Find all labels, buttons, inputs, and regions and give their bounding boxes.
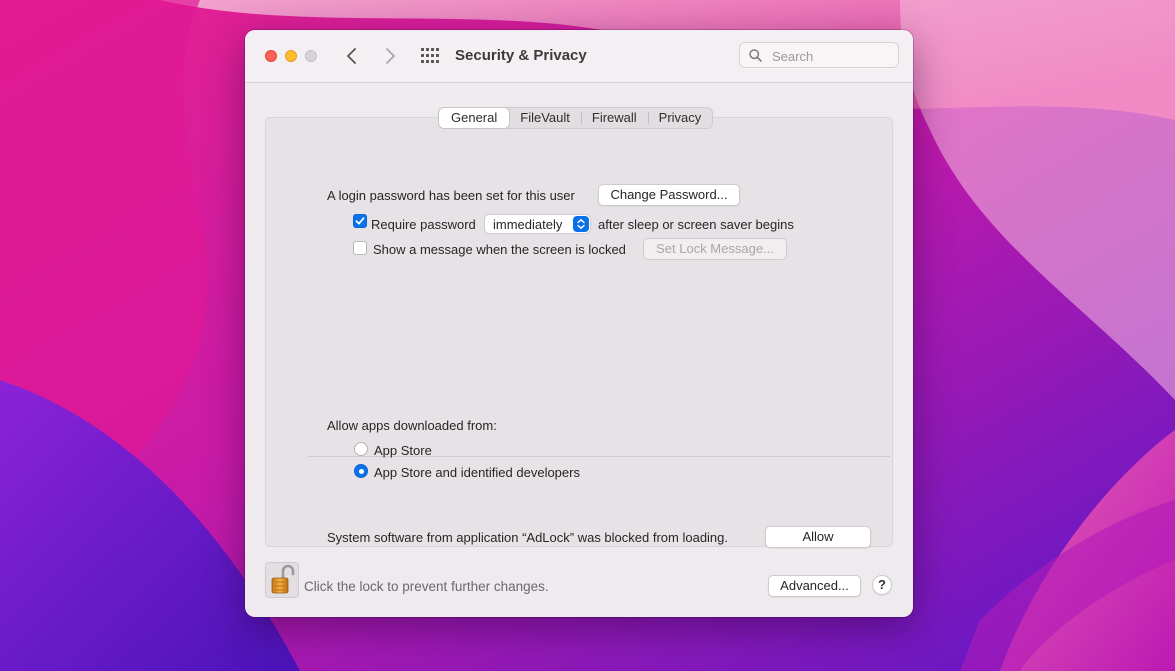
forward-button[interactable] bbox=[380, 46, 400, 66]
tab-privacy[interactable]: Privacy bbox=[647, 108, 713, 128]
chevron-left-icon bbox=[347, 48, 356, 64]
zoom-window-button[interactable] bbox=[305, 50, 317, 62]
tab-filevault[interactable]: FileVault bbox=[509, 108, 581, 128]
show-all-button[interactable] bbox=[421, 48, 439, 64]
tab-bar: General FileVault Firewall Privacy bbox=[438, 107, 714, 129]
close-window-button[interactable] bbox=[265, 50, 277, 62]
set-lock-message-button[interactable]: Set Lock Message... bbox=[643, 238, 787, 260]
chevron-right-icon bbox=[386, 48, 395, 64]
show-message-label: Show a message when the screen is locked bbox=[373, 242, 626, 257]
popup-stepper-icon bbox=[573, 216, 589, 232]
tab-general[interactable]: General bbox=[439, 108, 510, 128]
show-message-checkbox[interactable] bbox=[353, 241, 367, 255]
back-button[interactable] bbox=[342, 46, 362, 66]
search-field[interactable] bbox=[739, 42, 899, 68]
allow-apps-heading: Allow apps downloaded from: bbox=[327, 418, 497, 433]
require-password-suffix: after sleep or screen saver begins bbox=[598, 217, 794, 232]
require-password-checkbox[interactable] bbox=[353, 214, 367, 228]
radio-app-store-identified-label: App Store and identified developers bbox=[374, 465, 580, 480]
require-password-label: Require password bbox=[371, 217, 476, 232]
tab-firewall[interactable]: Firewall bbox=[580, 108, 648, 128]
radio-app-store-label: App Store bbox=[374, 443, 432, 458]
checkmark-icon bbox=[355, 217, 365, 225]
grid-icon bbox=[421, 48, 439, 63]
radio-app-store[interactable] bbox=[354, 442, 368, 456]
password-delay-value: immediately bbox=[493, 217, 563, 232]
change-password-button[interactable]: Change Password... bbox=[598, 184, 740, 206]
lock-button[interactable] bbox=[265, 562, 299, 598]
radio-app-store-identified[interactable] bbox=[354, 464, 368, 478]
login-password-text: A login password has been set for this u… bbox=[327, 188, 575, 203]
general-panel: A login password has been set for this u… bbox=[265, 117, 893, 548]
minimize-window-button[interactable] bbox=[285, 50, 297, 62]
unlocked-padlock-icon bbox=[265, 562, 299, 598]
password-delay-popup[interactable]: immediately bbox=[484, 214, 591, 234]
help-button[interactable]: ? bbox=[872, 575, 892, 595]
search-input[interactable] bbox=[770, 46, 894, 66]
allow-button[interactable]: Allow bbox=[765, 526, 871, 548]
blocked-software-text: System software from application “AdLock… bbox=[327, 530, 729, 545]
advanced-button[interactable]: Advanced... bbox=[768, 575, 861, 597]
security-privacy-window: Security & Privacy A login password has … bbox=[245, 30, 913, 617]
lock-text: Click the lock to prevent further change… bbox=[304, 579, 549, 594]
title-bar: Security & Privacy bbox=[245, 30, 913, 83]
search-icon bbox=[749, 49, 762, 62]
window-title: Security & Privacy bbox=[455, 47, 587, 64]
